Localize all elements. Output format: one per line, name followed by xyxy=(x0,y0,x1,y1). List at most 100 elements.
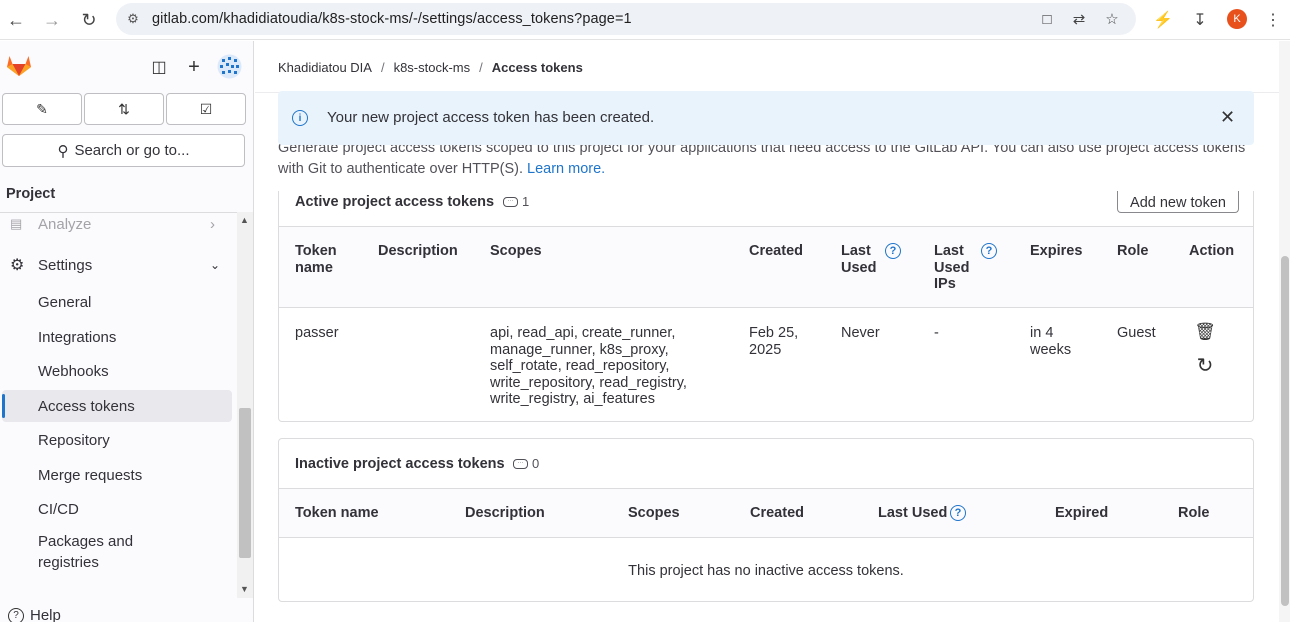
sidebar-item-packages-registries[interactable]: Packages and registries xyxy=(0,531,170,573)
search-icon: ⚲ xyxy=(57,142,69,160)
search-button[interactable]: ⚲ Search or go to... xyxy=(2,134,245,167)
th-scopes: Scopes xyxy=(490,243,542,259)
th-last-used: Last Used xyxy=(841,243,877,276)
sidebar-section-title: Project xyxy=(6,186,56,202)
issues-icon: ✎ xyxy=(36,100,48,117)
search-label: Search or go to... xyxy=(74,142,190,159)
settings-gear-icon: ⚙ xyxy=(10,257,25,274)
help-button[interactable]: ? Help xyxy=(8,607,61,622)
th-created: Created xyxy=(749,243,803,259)
breadcrumb-project[interactable]: k8s-stock-ms xyxy=(394,60,471,75)
sidebar-item-repository[interactable]: Repository xyxy=(0,424,232,456)
page-scrollbar[interactable] xyxy=(1279,41,1290,622)
close-icon[interactable]: ✕ xyxy=(1220,107,1235,128)
alert-message: Your new project access token has been c… xyxy=(327,109,655,126)
token-expires-cell: in 4 weeks xyxy=(1030,325,1072,358)
token-name-cell: passer xyxy=(295,325,339,341)
sidebar: ◫ + ✎ ⇅ ☑ ⚲ Search or go to... Project ▤… xyxy=(0,41,254,622)
token-count-icon: ··· xyxy=(513,458,528,469)
issues-button[interactable]: ✎ xyxy=(2,93,82,125)
active-tokens-count: ··· 1 xyxy=(503,194,529,209)
sidebar-item-access-tokens[interactable]: Access tokens xyxy=(2,390,232,422)
breadcrumb-user[interactable]: Khadidiatou DIA xyxy=(278,60,372,75)
forward-icon[interactable]: → xyxy=(40,8,64,32)
info-icon: i xyxy=(292,110,308,126)
sidebar-item-general[interactable]: General xyxy=(0,286,232,318)
last-used-help-icon[interactable]: ? xyxy=(885,243,901,259)
bookmark-star-icon[interactable]: ☆ xyxy=(1101,8,1123,30)
sidebar-item-webhooks[interactable]: Webhooks xyxy=(0,355,232,387)
rotate-refresh-icon[interactable]: ↻ xyxy=(1195,355,1215,377)
token-count-icon: ··· xyxy=(503,196,518,207)
token-scopes-cell: api, read_api, create_runner, manage_run… xyxy=(490,325,687,407)
url-text[interactable]: gitlab.com/khadidiatoudia/k8s-stock-ms/-… xyxy=(152,11,632,27)
extension-icon[interactable]: ⚡ xyxy=(1151,8,1175,32)
breadcrumb: Khadidiatou DIA / k8s-stock-ms / Access … xyxy=(278,60,583,75)
back-icon[interactable]: ← xyxy=(4,8,28,32)
inactive-last-used-help-icon[interactable]: ? xyxy=(950,505,966,521)
sidebar-scroll-thumb[interactable] xyxy=(239,408,251,558)
inactive-th-created: Created xyxy=(750,505,804,521)
empty-state-text: This project has no inactive access toke… xyxy=(628,563,904,579)
sidebar-item-integrations[interactable]: Integrations xyxy=(0,321,232,353)
token-role-cell: Guest xyxy=(1117,325,1156,341)
sidebar-toggle-icon[interactable]: ◫ xyxy=(149,57,169,77)
token-last-used-cell: Never xyxy=(841,325,880,341)
sidebar-item-settings[interactable]: ⚙ Settings ⌄ xyxy=(0,249,232,281)
sidebar-item-analyze[interactable]: ▤ Analyze › xyxy=(0,208,232,240)
browser-menu-icon[interactable]: ⋮ xyxy=(1261,8,1285,32)
chevron-right-icon: › xyxy=(210,215,215,233)
todo-checkbox-icon: ☑ xyxy=(199,100,213,117)
breadcrumb-current[interactable]: Access tokens xyxy=(492,60,583,75)
translate-icon[interactable]: ⇄ xyxy=(1068,8,1090,30)
inactive-th-expired: Expired xyxy=(1055,505,1109,521)
site-settings-icon[interactable]: ⚙ xyxy=(124,10,142,28)
reload-icon[interactable]: ↻ xyxy=(77,8,101,32)
user-avatar-icon[interactable] xyxy=(217,54,242,79)
revoke-trash-icon[interactable]: 🗑 xyxy=(1194,322,1216,342)
scroll-up-arrow-icon[interactable]: ▲ xyxy=(240,215,249,225)
inactive-th-token-name: Token name xyxy=(295,505,379,521)
token-last-used-ips-cell: - xyxy=(934,325,939,341)
th-description: Description xyxy=(378,243,458,259)
inactive-tokens-title: Inactive project access tokens xyxy=(295,456,505,472)
install-app-icon[interactable]: □ xyxy=(1036,8,1058,30)
last-used-ips-help-icon[interactable]: ? xyxy=(981,243,997,259)
active-tokens-title: Active project access tokens xyxy=(295,194,495,210)
table-header-row xyxy=(279,227,1253,307)
scroll-down-arrow-icon[interactable]: ▼ xyxy=(240,584,249,594)
inactive-th-scopes: Scopes xyxy=(628,505,680,521)
address-bar[interactable]: ⚙ gitlab.com/khadidiatoudia/k8s-stock-ms… xyxy=(116,3,1136,35)
main-content: Khadidiatou DIA / k8s-stock-ms / Access … xyxy=(255,41,1279,622)
gitlab-logo-icon[interactable] xyxy=(6,53,32,77)
inactive-th-description: Description xyxy=(465,505,545,521)
th-action: Action xyxy=(1189,243,1235,259)
chevron-down-icon: ⌄ xyxy=(210,258,221,272)
success-alert: i Your new project access token has been… xyxy=(278,91,1254,145)
inactive-tokens-count: ··· 0 xyxy=(513,456,539,471)
th-token-name: Token name xyxy=(295,243,337,276)
sidebar-item-merge-requests[interactable]: Merge requests xyxy=(0,459,232,491)
th-expires: Expires xyxy=(1030,243,1083,259)
todos-button[interactable]: ☑ xyxy=(166,93,246,125)
sidebar-item-ci-cd[interactable]: CI/CD xyxy=(0,493,232,525)
inactive-tokens-card: Inactive project access tokens ··· 0 Tok… xyxy=(278,438,1254,602)
merge-requests-button[interactable]: ⇅ xyxy=(84,93,164,125)
sidebar-scrollbar[interactable]: ▲ ▼ xyxy=(237,212,253,598)
analyze-icon: ▤ xyxy=(10,216,23,231)
learn-more-link[interactable]: Learn more. xyxy=(527,161,605,177)
help-icon: ? xyxy=(8,607,24,622)
active-tokens-card: Active project access tokens ··· 1 Add n… xyxy=(278,191,1254,422)
add-new-token-button[interactable]: Add new token xyxy=(1117,191,1239,213)
th-role: Role xyxy=(1117,243,1149,259)
inactive-th-last-used: Last Used xyxy=(878,505,948,521)
merge-request-icon: ⇅ xyxy=(118,100,130,117)
create-new-icon[interactable]: + xyxy=(184,56,204,78)
page-scroll-thumb[interactable] xyxy=(1281,256,1289,606)
download-icon[interactable]: ↧ xyxy=(1188,8,1212,32)
th-last-used-ips: Last Used IPs xyxy=(934,243,970,292)
token-created-cell: Feb 25, 2025 xyxy=(749,325,799,358)
inactive-th-role: Role xyxy=(1178,505,1210,521)
profile-avatar[interactable]: K xyxy=(1227,9,1247,29)
browser-toolbar: ← → ↻ ⚙ gitlab.com/khadidiatoudia/k8s-st… xyxy=(0,0,1290,40)
